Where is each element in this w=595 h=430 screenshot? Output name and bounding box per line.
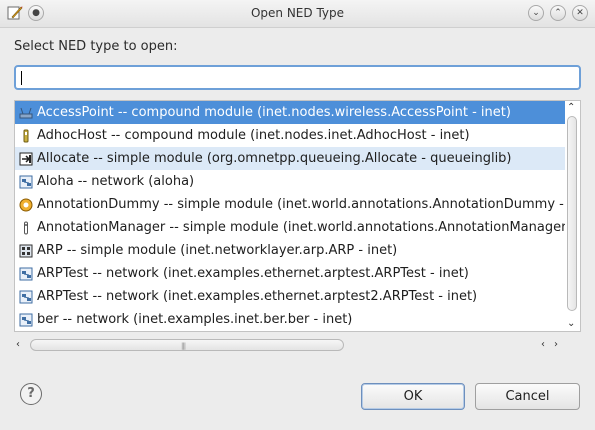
grip-icon: ||| xyxy=(181,342,186,350)
scroll-left-icon[interactable]: ‹ xyxy=(541,340,545,350)
list-item-label: ARP -- simple module (inet.networklayer.… xyxy=(37,243,398,258)
prompt-label: Select NED type to open: xyxy=(14,39,178,54)
ok-button[interactable]: OK xyxy=(361,383,465,410)
window-title: Open NED Type xyxy=(250,6,345,20)
list-item[interactable]: AnnotationDummy -- simple module (inet.w… xyxy=(15,193,580,216)
list-item[interactable]: Allocate -- simple module (org.omnetpp.q… xyxy=(15,147,580,170)
list-item[interactable]: AdhocHost -- compound module (inet.nodes… xyxy=(15,124,580,147)
list-item-label: ARPTest -- network (inet.examples.ethern… xyxy=(37,289,478,304)
chevron-down-icon: ⌄ xyxy=(532,8,540,18)
list-item-label: AnnotationManager -- simple module (inet… xyxy=(37,220,576,235)
chevron-up-icon: ⌃ xyxy=(554,8,562,18)
list-item-label: ARPTest -- network (inet.examples.ethern… xyxy=(37,266,469,281)
vertical-scroll-thumb[interactable] xyxy=(567,116,577,311)
list-item-label: Allocate -- simple module (org.omnetpp.q… xyxy=(37,151,512,166)
close-icon: ✕ xyxy=(576,8,584,18)
list-item-label: ber -- network (inet.examples.inet.ber.b… xyxy=(37,312,353,327)
close-button[interactable]: ✕ xyxy=(572,5,588,21)
list-item[interactable]: AccessPoint -- compound module (inet.nod… xyxy=(15,101,580,124)
list-item-label: AnnotationDummy -- simple module (inet.w… xyxy=(37,197,572,212)
vertical-scrollbar[interactable]: ⌃ ⌄ xyxy=(565,101,580,331)
list-item[interactable]: ARPTest -- network (inet.examples.ethern… xyxy=(15,285,580,308)
title-bar: ● Open NED Type ⌄ ⌃ ✕ xyxy=(0,0,595,28)
annotation-dummy-icon xyxy=(19,197,33,212)
list-item[interactable]: Aloha -- network (aloha) xyxy=(15,170,580,193)
scroll-up-icon[interactable]: ⌃ xyxy=(567,103,575,113)
network-icon xyxy=(19,174,33,189)
search-input[interactable] xyxy=(14,65,581,90)
access-point-icon xyxy=(19,105,33,119)
scroll-left-icon[interactable]: ‹ xyxy=(16,340,20,350)
help-icon: ? xyxy=(27,386,35,401)
list-item[interactable]: AnnotationManager -- simple module (inet… xyxy=(15,216,580,239)
allocate-icon xyxy=(19,151,33,166)
scroll-down-icon[interactable]: ⌄ xyxy=(567,319,575,329)
network-icon xyxy=(19,289,33,304)
text-caret xyxy=(21,71,22,85)
ned-type-list[interactable]: AccessPoint -- compound module (inet.nod… xyxy=(14,100,581,332)
cancel-button[interactable]: Cancel xyxy=(475,383,580,410)
horizontal-scrollbar[interactable]: ‹ ||| ‹ › xyxy=(14,338,581,352)
list-item[interactable]: ARP -- simple module (inet.networklayer.… xyxy=(15,239,580,262)
list-item-label: AccessPoint -- compound module (inet.nod… xyxy=(37,105,511,120)
maximize-button[interactable]: ⌃ xyxy=(550,5,566,21)
horizontal-scroll-thumb[interactable]: ||| xyxy=(30,339,344,351)
minimize-button[interactable]: ⌄ xyxy=(528,5,544,21)
list-item-label: AdhocHost -- compound module (inet.nodes… xyxy=(37,128,470,143)
arp-module-icon xyxy=(19,243,33,258)
list-item[interactable]: ARPTest -- network (inet.examples.ethern… xyxy=(15,262,580,285)
network-icon xyxy=(19,266,33,281)
scroll-right-icon[interactable]: › xyxy=(554,340,558,350)
adhoc-host-icon xyxy=(19,128,33,143)
network-icon xyxy=(19,312,33,327)
annotation-manager-icon xyxy=(19,220,33,235)
help-button[interactable]: ? xyxy=(20,383,42,405)
list-item-label: Aloha -- network (aloha) xyxy=(37,174,195,189)
list-item[interactable]: ber -- network (inet.examples.inet.ber.b… xyxy=(15,308,580,331)
